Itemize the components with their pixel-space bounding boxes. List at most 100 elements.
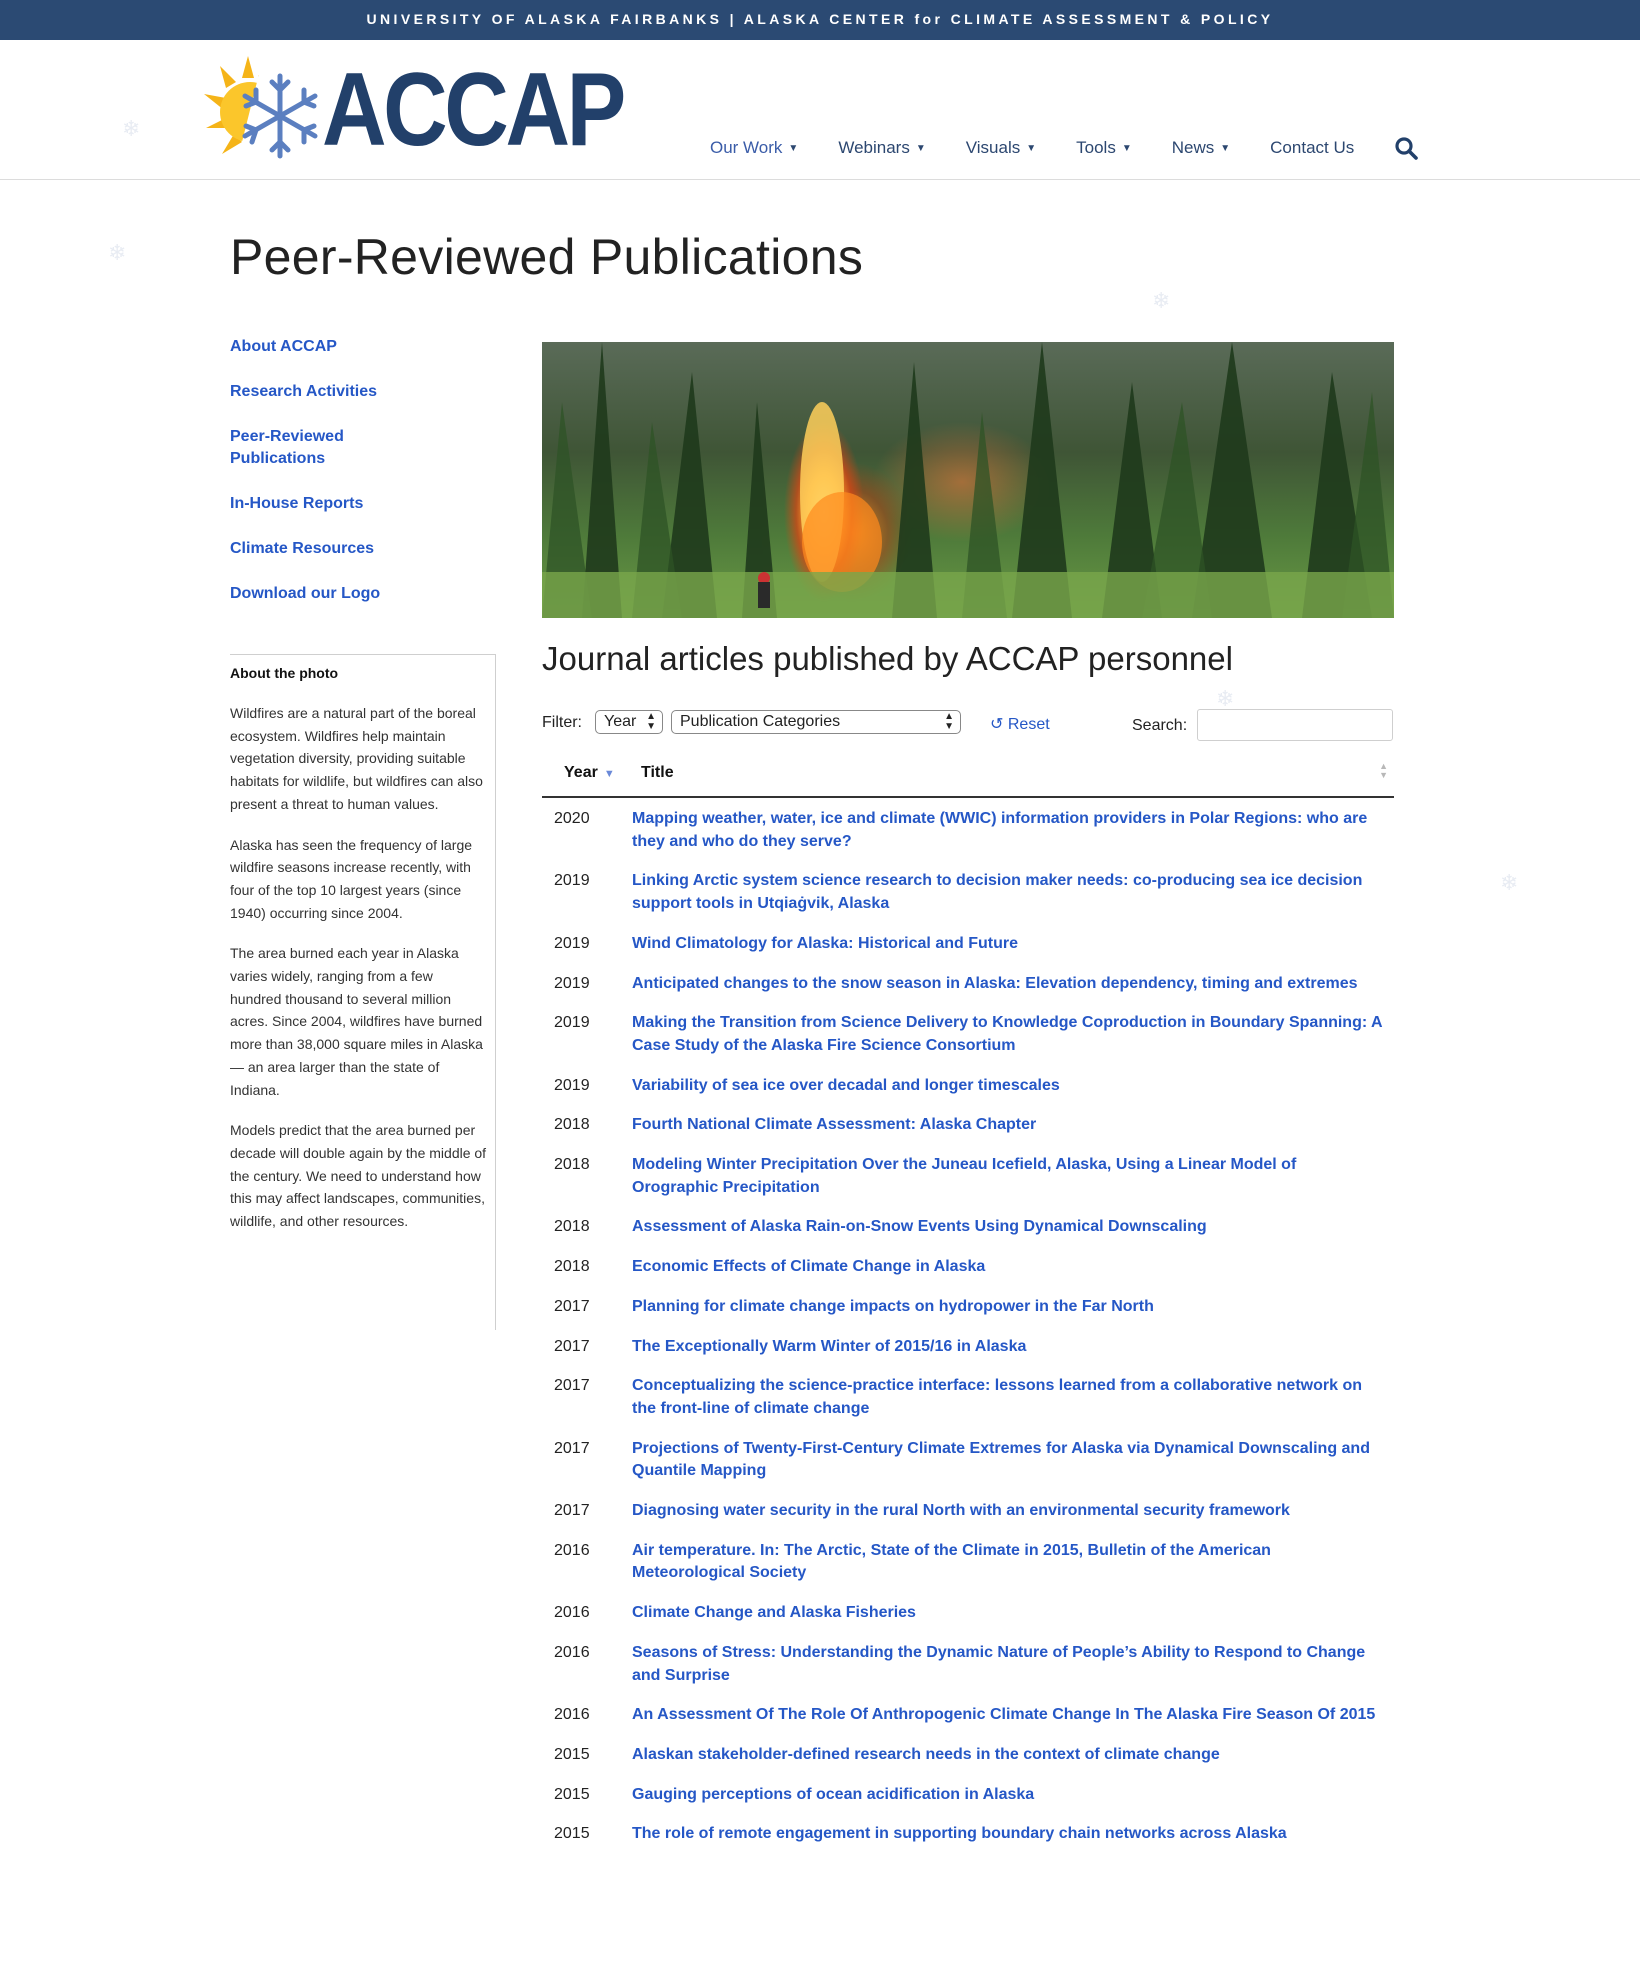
table-row: 2017 Projections of Twenty-First-Century … — [542, 1438, 1394, 1483]
row-year: 2019 — [554, 1014, 590, 1032]
row-title-link[interactable]: An Assessment Of The Role Of Anthropogen… — [632, 1704, 1384, 1727]
sidebar-link-reports[interactable]: In-House Reports — [230, 493, 470, 515]
nav-label: Our Work — [710, 138, 783, 157]
main-nav: Our Work ▼ Webinars ▼ Visuals ▼ Tools ▼ … — [710, 136, 1419, 160]
row-year: 2018 — [554, 1258, 590, 1276]
select-arrows-icon: ▲ ▼ — [646, 711, 656, 732]
row-title-link[interactable]: Assessment of Alaska Rain-on-Snow Events… — [632, 1216, 1384, 1239]
row-year: 2019 — [554, 872, 590, 890]
snowflake-icon: ❄ — [1152, 288, 1171, 313]
table-row: 2018 Fourth National Climate Assessment: … — [542, 1114, 1394, 1137]
row-title-link[interactable]: Linking Arctic system science research t… — [632, 870, 1384, 915]
reset-button[interactable]: ↺ Reset — [990, 714, 1050, 734]
table-row: 2016 Climate Change and Alaska Fisheries — [542, 1602, 1394, 1625]
nav-visuals[interactable]: Visuals ▼ — [966, 138, 1036, 158]
row-title-link[interactable]: Mapping weather, water, ice and climate … — [632, 808, 1384, 853]
section-title: Journal articles published by ACCAP pers… — [542, 640, 1233, 677]
sidebar-link-research[interactable]: Research Activities — [230, 381, 470, 403]
row-title-link[interactable]: Fourth National Climate Assessment: Alas… — [632, 1114, 1384, 1137]
table-row: 2019 Anticipated changes to the snow seas… — [542, 973, 1394, 996]
row-year: 2015 — [554, 1825, 590, 1843]
select-arrows-icon: ▲ ▼ — [944, 711, 954, 732]
row-title-link[interactable]: Diagnosing water security in the rural N… — [632, 1500, 1384, 1523]
page-title: Peer-Reviewed Publications — [230, 229, 864, 285]
row-year: 2017 — [554, 1297, 590, 1315]
table-row: 2015 Gauging perceptions of ocean acidifi… — [542, 1784, 1394, 1807]
row-year: 2018 — [554, 1156, 590, 1174]
sidebar-nav: About ACCAP Research Activities Peer-Rev… — [230, 336, 470, 628]
sidebar-link-publications[interactable]: Peer-Reviewed Publications — [230, 426, 380, 470]
table-row: 2020 Mapping weather, water, ice and clim… — [542, 808, 1394, 853]
filter-bar: Filter: Year ▲ ▼ Publication Categories ▲… — [542, 708, 1394, 742]
row-title-link[interactable]: Wind Climatology for Alaska: Historical … — [632, 933, 1384, 956]
row-title-link[interactable]: The Exceptionally Warm Winter of 2015/16… — [632, 1336, 1384, 1359]
table-row: 2017 Conceptualizing the science-practice… — [542, 1375, 1394, 1420]
chevron-down-icon: ▼ — [1220, 142, 1231, 154]
sort-both-icon[interactable]: ▲ ▼ — [1379, 762, 1388, 780]
nav-label: Webinars — [838, 138, 910, 157]
nav-webinars[interactable]: Webinars ▼ — [838, 138, 925, 158]
about-photo-box: About the photo Wildfires are a natural … — [230, 654, 496, 1330]
row-year: 2017 — [554, 1377, 590, 1395]
table-header: Year ▼ Title ▲ ▼ — [542, 758, 1394, 798]
nav-our-work[interactable]: Our Work ▼ — [710, 138, 798, 158]
table-row: 2016 An Assessment Of The Role Of Anthrop… — [542, 1704, 1394, 1727]
row-title-link[interactable]: Alaskan stakeholder-defined research nee… — [632, 1744, 1384, 1767]
row-title-link[interactable]: Gauging perceptions of ocean acidificati… — [632, 1784, 1384, 1807]
nav-contact-us[interactable]: Contact Us — [1270, 138, 1354, 158]
row-title-link[interactable]: Modeling Winter Precipitation Over the J… — [632, 1154, 1384, 1199]
sidebar-link-climate-resources[interactable]: Climate Resources — [230, 538, 470, 560]
row-title-link[interactable]: Variability of sea ice over decadal and … — [632, 1075, 1384, 1098]
logo-wordmark: ACCAP — [322, 52, 626, 168]
table-row: 2018 Modeling Winter Precipitation Over t… — [542, 1154, 1394, 1199]
about-photo-paragraph: Wildfires are a natural part of the bore… — [230, 705, 483, 812]
year-column-header[interactable]: Year ▼ — [564, 764, 615, 782]
row-title-link[interactable]: Climate Change and Alaska Fisheries — [632, 1602, 1384, 1625]
sidebar-link-about[interactable]: About ACCAP — [230, 336, 470, 358]
row-title-link[interactable]: Planning for climate change impacts on h… — [632, 1296, 1384, 1319]
table-search-input[interactable] — [1197, 709, 1393, 741]
sidebar-link-download-logo[interactable]: Download our Logo — [230, 583, 470, 605]
snowflake-icon: ❄ — [1500, 870, 1519, 895]
row-title-link[interactable]: The role of remote engagement in support… — [632, 1823, 1384, 1846]
reset-icon: ↺ — [990, 716, 1004, 733]
row-year: 2016 — [554, 1604, 590, 1622]
accap-logo[interactable]: ACCAP — [200, 54, 672, 166]
university-banner: UNIVERSITY OF ALASKA FAIRBANKS | ALASKA … — [0, 0, 1640, 40]
row-title-link[interactable]: Air temperature. In: The Arctic, State o… — [632, 1540, 1384, 1585]
table-row: 2018 Assessment of Alaska Rain-on-Snow Ev… — [542, 1216, 1394, 1239]
search-icon[interactable] — [1394, 136, 1419, 160]
row-title-link[interactable]: Making the Transition from Science Deliv… — [632, 1012, 1384, 1057]
nav-news[interactable]: News ▼ — [1172, 138, 1230, 158]
sun-snowflake-logo-icon — [200, 54, 318, 166]
sort-desc-icon: ▼ — [603, 768, 615, 780]
row-year: 2017 — [554, 1439, 590, 1457]
table-row: 2019 Variability of sea ice over decadal … — [542, 1075, 1394, 1098]
row-title-link[interactable]: Seasons of Stress: Understanding the Dyn… — [632, 1642, 1384, 1687]
row-year: 2020 — [554, 810, 590, 827]
snowflake-icon: ❄ — [108, 240, 127, 265]
row-title-link[interactable]: Conceptualizing the science-practice int… — [632, 1375, 1384, 1420]
row-year: 2018 — [554, 1116, 590, 1134]
table-row: 2017 Diagnosing water security in the rur… — [542, 1500, 1394, 1523]
category-select[interactable]: Publication Categories ▲ ▼ — [671, 710, 961, 734]
row-title-link[interactable]: Economic Effects of Climate Change in Al… — [632, 1256, 1384, 1279]
year-select[interactable]: Year ▲ ▼ — [595, 710, 663, 734]
row-title-link[interactable]: Anticipated changes to the snow season i… — [632, 973, 1384, 996]
row-year: 2016 — [554, 1541, 590, 1559]
snowflake-icon: ❄ — [122, 116, 141, 141]
about-photo-paragraph: The area burned each year in Alaska vari… — [230, 945, 483, 1098]
table-row: 2017 The Exceptionally Warm Winter of 201… — [542, 1336, 1394, 1359]
nav-tools[interactable]: Tools ▼ — [1076, 138, 1132, 158]
row-title-link[interactable]: Projections of Twenty-First-Century Clim… — [632, 1438, 1384, 1483]
year-header-label: Year — [564, 764, 598, 781]
row-year: 2015 — [554, 1785, 590, 1803]
wildfire-hero-image — [542, 342, 1394, 618]
search-label: Search: — [1132, 717, 1188, 734]
chevron-down-icon: ▼ — [788, 142, 799, 154]
chevron-down-icon: ▼ — [1121, 142, 1132, 154]
row-year: 2016 — [554, 1643, 590, 1661]
table-row: 2016 Air temperature. In: The Arctic, Sta… — [542, 1540, 1394, 1585]
table-row: 2018 Economic Effects of Climate Change i… — [542, 1256, 1394, 1279]
title-column-header[interactable]: Title — [641, 764, 674, 782]
